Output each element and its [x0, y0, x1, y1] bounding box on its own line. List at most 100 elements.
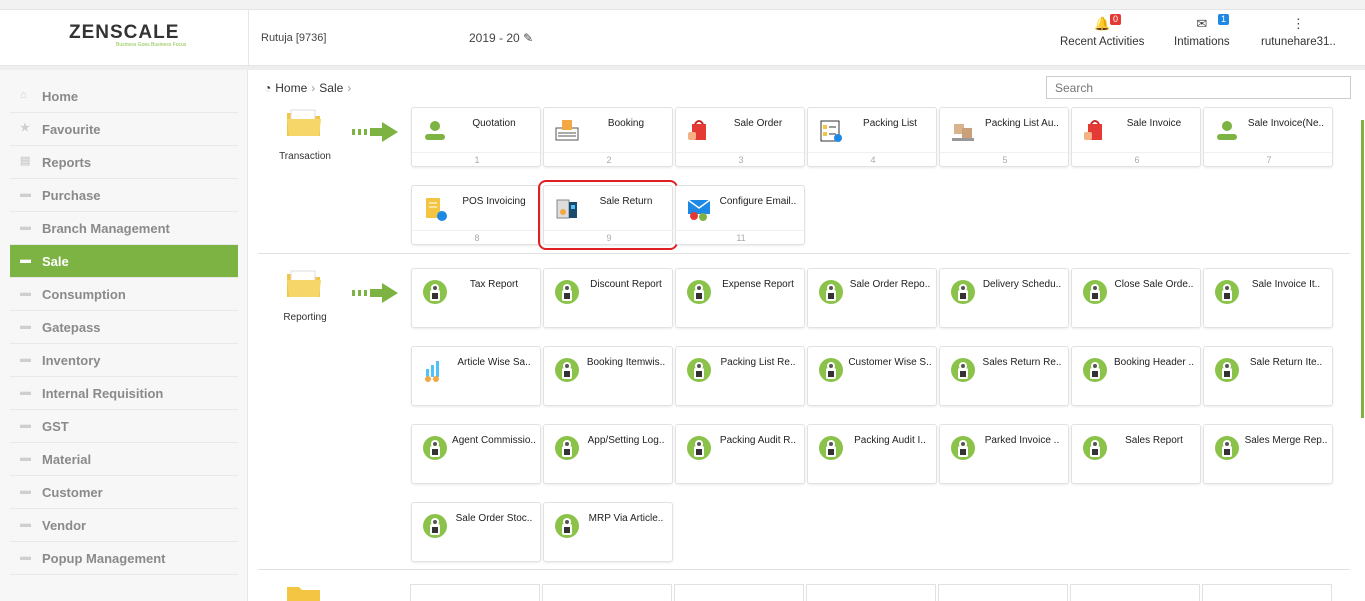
arrow-right-icon: [352, 283, 398, 303]
sidebar-item-reports[interactable]: ▤ Reports: [10, 146, 238, 179]
folder-icon: ▬: [20, 320, 31, 332]
report-icon: [818, 357, 844, 383]
scrollbar[interactable]: [1361, 120, 1364, 418]
card-expense-report[interactable]: Expense Report: [675, 268, 805, 328]
card-label: Packing List Re..: [720, 357, 796, 368]
report-icon: [1214, 279, 1240, 305]
folder-icon: ▬: [20, 419, 31, 431]
intimations-badge: 1: [1218, 14, 1230, 25]
report-icon: [554, 435, 580, 461]
breadcrumb-home[interactable]: Home: [275, 81, 307, 95]
report-icon: [422, 279, 448, 305]
sidebar-item-consumption[interactable]: ▬ Consumption: [10, 278, 238, 311]
card-parked-invoice[interactable]: Parked Invoice ..: [939, 424, 1069, 484]
card-sale-invoice-it[interactable]: Sale Invoice It..: [1203, 268, 1333, 328]
header-separator: [248, 10, 249, 66]
report-icon: [950, 279, 976, 305]
sidebar-item-gst[interactable]: ▬ GST: [10, 410, 238, 443]
sidebar-item-vendor[interactable]: ▬ Vendor: [10, 509, 238, 542]
brand-logo[interactable]: ZENSCALE Business Goes Business Focus: [0, 10, 248, 66]
report-icon: [818, 435, 844, 461]
folder-icon: ▬: [20, 452, 31, 464]
sidebar-item-material[interactable]: ▬ Material: [10, 443, 238, 476]
card-sale-return[interactable]: Sale Return 9: [538, 180, 678, 250]
card-pos-invoicing[interactable]: POS Invoicing 8: [411, 185, 542, 245]
sidebar-item-gatepass[interactable]: ▬ Gatepass: [10, 311, 238, 344]
recent-activities-badge: 0: [1110, 14, 1122, 25]
card-label: Sale Invoice It..: [1251, 279, 1321, 290]
card-packing-audit-i[interactable]: Packing Audit I..: [807, 424, 937, 484]
card-customer-wise-s[interactable]: Customer Wise S..: [807, 346, 937, 406]
boxes-icon: [950, 118, 976, 144]
report-icon: [554, 357, 580, 383]
sidebar-item-purchase[interactable]: ▬ Purchase: [10, 179, 238, 212]
card-label: Agent Commissio..: [452, 435, 536, 446]
card-label: Sale Return Ite..: [1249, 357, 1323, 368]
card-close-sale-orde[interactable]: Close Sale Orde..: [1071, 268, 1201, 328]
return-icon: [554, 196, 580, 222]
card-sale-invoice[interactable]: Sale Invoice 6: [1071, 107, 1202, 167]
card-booking-itemwis[interactable]: Booking Itemwis..: [543, 346, 673, 406]
card-label: Sale Invoice(Ne..: [1247, 118, 1325, 129]
card-agent-commissio[interactable]: Agent Commissio..: [411, 424, 541, 484]
card-delivery-schedu[interactable]: Delivery Schedu..: [939, 268, 1069, 328]
sidebar-item-favourite[interactable]: ★ Favourite: [10, 113, 238, 146]
report-icon: [686, 357, 712, 383]
sidebar-item-label: Consumption: [42, 287, 126, 302]
card-sale-invoice-ne[interactable]: Sale Invoice(Ne.. 7: [1203, 107, 1334, 167]
card-number: 1: [412, 152, 542, 165]
person-icon: [422, 118, 448, 144]
card-number: 7: [1204, 152, 1334, 165]
card-label: Close Sale Orde..: [1114, 279, 1194, 290]
card-sale-order[interactable]: Sale Order 3: [675, 107, 806, 167]
card-app-setting-log[interactable]: App/Setting Log..: [543, 424, 673, 484]
sidebar-item-popup-management[interactable]: ▬ Popup Management: [10, 542, 238, 575]
recent-activities-label: Recent Activities: [1060, 36, 1145, 48]
card-label: Packing Audit R..: [719, 435, 797, 446]
card-label: MRP Via Article..: [588, 513, 664, 524]
card-configure-email[interactable]: Configure Email.. 11: [675, 185, 806, 245]
sidebar-item-internal-requisition[interactable]: ▬ Internal Requisition: [10, 377, 238, 410]
card-tax-report[interactable]: Tax Report: [411, 268, 541, 328]
card-quotation[interactable]: Quotation 1: [411, 107, 542, 167]
edit-icon[interactable]: ✎: [523, 31, 533, 45]
financial-year-label: 2019 - 20: [469, 31, 520, 45]
report-icon: [950, 435, 976, 461]
recent-activities[interactable]: 🔔 0 Recent Activities: [1060, 14, 1145, 48]
folder-icon: ▬: [20, 287, 31, 299]
sidebar-item-label: Popup Management: [42, 551, 166, 566]
card-sale-return-ite[interactable]: Sale Return Ite..: [1203, 346, 1333, 406]
search-input[interactable]: [1046, 76, 1351, 99]
card-number: 9: [544, 230, 674, 243]
card-discount-report[interactable]: Discount Report: [543, 268, 673, 328]
card-mrp-via-article[interactable]: MRP Via Article..: [543, 502, 673, 562]
sidebar-item-home[interactable]: ⌂ Home: [10, 80, 238, 113]
card-sale-order-repo[interactable]: Sale Order Repo..: [807, 268, 937, 328]
card-packing-list-re[interactable]: Packing List Re..: [675, 346, 805, 406]
star-icon: ★: [20, 122, 30, 134]
card-packing-list[interactable]: Packing List 4: [807, 107, 938, 167]
sidebar-item-label: GST: [42, 419, 69, 434]
home-icon: ⌂: [20, 89, 27, 101]
sidebar-item-sale[interactable]: ▬ Sale: [10, 245, 238, 278]
card-booking[interactable]: Booking 2: [543, 107, 674, 167]
sidebar-item-customer[interactable]: ▬ Customer: [10, 476, 238, 509]
report-icon: [422, 435, 448, 461]
sidebar-item-inventory[interactable]: ▬ Inventory: [10, 344, 238, 377]
financial-year[interactable]: 2019 - 20 ✎: [469, 31, 533, 45]
card-label: Article Wise Sa..: [457, 357, 531, 368]
card-sales-report[interactable]: Sales Report: [1071, 424, 1201, 484]
card-sale-order-stoc[interactable]: Sale Order Stoc..: [411, 502, 541, 562]
card-sales-return-re[interactable]: Sales Return Re..: [939, 346, 1069, 406]
card-number: 8: [412, 230, 542, 243]
card-booking-header[interactable]: Booking Header ..: [1071, 346, 1201, 406]
breadcrumb-current[interactable]: Sale: [319, 81, 343, 95]
card-sales-merge-rep[interactable]: Sales Merge Rep..: [1203, 424, 1333, 484]
card-packing-list-au[interactable]: Packing List Au.. 5: [939, 107, 1070, 167]
account-menu[interactable]: ⋮ rutunehare31..: [1261, 16, 1336, 48]
file-icon: ▤: [20, 155, 31, 167]
card-packing-audit-r[interactable]: Packing Audit R..: [675, 424, 805, 484]
card-article-wise-sa[interactable]: Article Wise Sa..: [411, 346, 541, 406]
intimations[interactable]: ✉ 1 Intimations: [1174, 14, 1230, 48]
sidebar-item-branch-management[interactable]: ▬ Branch Management: [10, 212, 238, 245]
